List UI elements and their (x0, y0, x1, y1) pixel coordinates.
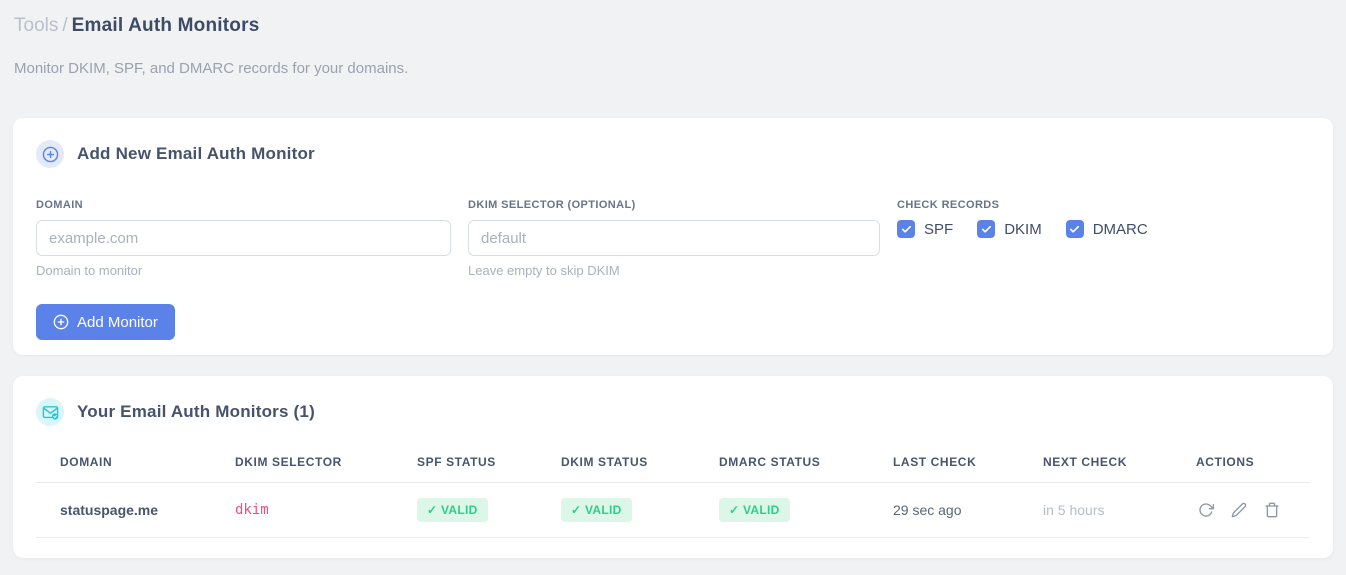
dkim-selector-field-group: DKIM SELECTOR (OPTIONAL) Leave empty to … (468, 199, 880, 278)
trash-icon (1264, 502, 1280, 518)
table-row: statuspage.me dkim ✓ VALID ✓ VALID ✓ VAL… (36, 482, 1310, 538)
table-header-row: DOMAIN DKIM SELECTOR SPF STATUS DKIM STA… (36, 451, 1310, 483)
domain-field-helper: Domain to monitor (36, 263, 143, 278)
add-monitor-card-title: Add New Email Auth Monitor (77, 144, 315, 163)
dkim-checkbox-label: DKIM (1004, 220, 1042, 238)
spf-status-badge: ✓ VALID (417, 498, 488, 522)
plus-circle-icon (53, 314, 69, 330)
dkim-selector-field-helper: Leave empty to skip DKIM (468, 263, 620, 278)
monitor-last-check: 29 sec ago (869, 482, 1019, 538)
column-header-actions: ACTIONS (1172, 451, 1310, 483)
breadcrumb-tools-link[interactable]: Tools (14, 15, 58, 36)
monitor-dkim-selector: dkim (211, 482, 393, 538)
mail-check-icon (36, 398, 64, 426)
spf-checkbox-item[interactable]: SPF (897, 220, 953, 238)
breadcrumb-separator: / (62, 15, 68, 36)
dkim-selector-field-label: DKIM SELECTOR (OPTIONAL) (468, 199, 636, 211)
refresh-button[interactable] (1196, 500, 1216, 520)
check-records-row: SPF DKIM DMARC (897, 220, 1310, 238)
monitor-next-check: in 5 hours (1019, 482, 1172, 538)
column-header-next-check: NEXT CHECK (1019, 451, 1172, 483)
row-actions (1196, 500, 1310, 520)
breadcrumb: Tools / Email Auth Monitors (13, 12, 1333, 40)
plus-circle-icon (36, 140, 64, 168)
column-header-spf-status: SPF STATUS (393, 451, 537, 483)
page-subtitle: Monitor DKIM, SPF, and DMARC records for… (14, 60, 409, 77)
dkim-status-badge: ✓ VALID (561, 498, 632, 522)
page-title: Email Auth Monitors (71, 15, 260, 36)
refresh-icon (1198, 502, 1214, 518)
delete-button[interactable] (1262, 500, 1282, 520)
domain-field-label: DOMAIN (36, 199, 84, 211)
check-records-group: CHECK RECORDS SPF DKIM DMARC (897, 199, 1310, 278)
spf-checkbox-label: SPF (924, 220, 954, 238)
monitors-card-title: Your Email Auth Monitors (1) (77, 402, 315, 421)
dkim-checkbox-item[interactable]: DKIM (977, 220, 1042, 238)
column-header-dkim-selector: DKIM SELECTOR (211, 451, 393, 483)
dmarc-checkbox-item[interactable]: DMARC (1065, 220, 1148, 238)
add-monitor-button-label: Add Monitor (77, 313, 158, 331)
dkim-checkbox-checked-icon[interactable] (977, 220, 996, 238)
domain-input[interactable] (36, 220, 451, 256)
domain-field-group: DOMAIN Domain to monitor (36, 199, 451, 278)
dmarc-checkbox-label: DMARC (1092, 220, 1148, 238)
column-header-dmarc-status: DMARC STATUS (695, 451, 869, 483)
dkim-selector-input[interactable] (468, 220, 880, 256)
monitors-table: DOMAIN DKIM SELECTOR SPF STATUS DKIM STA… (36, 451, 1310, 538)
column-header-dkim-status: DKIM STATUS (537, 451, 695, 483)
edit-button[interactable] (1229, 500, 1249, 520)
email-auth-monitors-page: Tools / Email Auth Monitors Monitor DKIM, … (0, 0, 1346, 558)
add-monitor-button[interactable]: Add Monitor (36, 304, 175, 340)
column-header-last-check: LAST CHECK (869, 451, 1019, 483)
dmarc-status-badge: ✓ VALID (719, 498, 790, 522)
pencil-icon (1231, 502, 1247, 518)
column-header-domain: DOMAIN (36, 451, 211, 483)
spf-checkbox-checked-icon[interactable] (897, 220, 915, 238)
monitors-list-card: Your Email Auth Monitors (1) DOMAIN DKIM… (13, 376, 1333, 558)
add-monitor-form: DOMAIN Domain to monitor DKIM SELECTOR (… (36, 199, 1310, 278)
check-records-label: CHECK RECORDS (897, 199, 1000, 211)
dmarc-checkbox-checked-icon[interactable] (1065, 220, 1084, 238)
add-monitor-card: Add New Email Auth Monitor DOMAIN Domain… (13, 118, 1333, 355)
monitors-card-header: Your Email Auth Monitors (1) (36, 398, 1310, 426)
add-monitor-card-header: Add New Email Auth Monitor (36, 140, 1310, 168)
monitor-domain: statuspage.me (36, 482, 211, 538)
